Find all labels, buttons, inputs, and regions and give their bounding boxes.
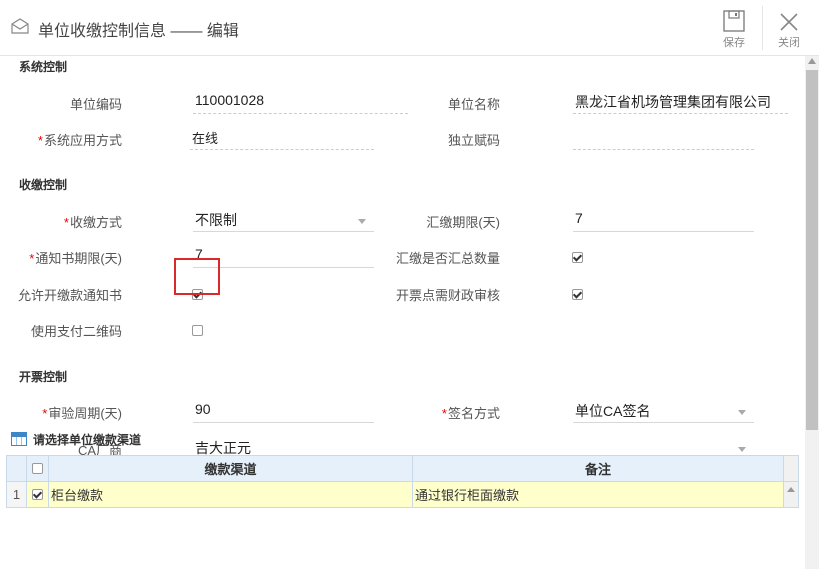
chevron-down-icon	[738, 447, 746, 452]
scroll-up-arrow-icon[interactable]	[808, 58, 816, 64]
channel-table: 缴款渠道 备注 1 柜台缴款 通过银行柜面缴款	[6, 455, 799, 508]
qrcode-label: 使用支付二维码	[30, 324, 122, 339]
required-mark: *	[42, 406, 48, 421]
section-collect: 收缴控制	[19, 178, 68, 192]
audit-cycle-input[interactable]: 90	[193, 399, 374, 423]
unit-name-field[interactable]: 黑龙江省机场管理集团有限公司	[573, 90, 788, 114]
sign-mode-select[interactable]: 单位CA签名	[573, 399, 754, 423]
required-mark: *	[37, 133, 43, 148]
grid-title: 请选择单位缴款渠道	[33, 433, 142, 447]
sign-mode-value: 单位CA签名	[575, 403, 651, 419]
select-all-cell	[26, 455, 49, 482]
scrollbar-thumb[interactable]	[806, 70, 818, 430]
notice-limit-input[interactable]: 7	[193, 244, 374, 268]
invoice-audit-label: 开票点需财政审核	[395, 288, 500, 303]
unit-name-label: 单位名称	[447, 97, 500, 112]
table-row[interactable]: 1 柜台缴款 通过银行柜面缴款	[6, 481, 799, 508]
row-number: 1	[6, 481, 27, 508]
sys-mode-label-text: 系统应用方式	[43, 133, 122, 148]
select-all-checkbox[interactable]	[32, 463, 43, 474]
highlight-box	[174, 258, 220, 295]
section-system: 系统控制	[19, 60, 68, 74]
save-label: 保存	[723, 37, 745, 49]
table-icon	[11, 432, 27, 446]
close-button[interactable]: 关闭	[765, 6, 813, 52]
sign-mode-label-text: 签名方式	[447, 406, 500, 421]
table-header-row: 缴款渠道 备注	[6, 455, 799, 482]
cell-note: 通过银行柜面缴款	[412, 481, 784, 508]
remit-limit-label: 汇缴期限(天)	[426, 215, 500, 230]
save-button[interactable]: 保存	[710, 6, 758, 52]
audit-cycle-label-text: 审验周期(天)	[48, 406, 122, 421]
row-check-cell	[26, 481, 49, 508]
vertical-scrollbar[interactable]	[805, 56, 819, 569]
table-scrollbar[interactable]	[783, 481, 799, 508]
close-icon	[780, 13, 798, 31]
envelope-icon	[11, 18, 29, 34]
notice-limit-label-text: 通知书期限(天)	[35, 251, 122, 266]
close-label: 关闭	[778, 37, 800, 49]
notice-limit-label: *通知书期限(天)	[2, 248, 122, 267]
row-number-header	[6, 455, 27, 482]
row-checkbox[interactable]	[32, 489, 43, 500]
dialog-title: 单位收缴控制信息 —— 编辑	[38, 23, 239, 40]
scroll-up-icon	[787, 487, 795, 492]
collect-mode-label: *收缴方式	[2, 212, 122, 231]
chevron-down-icon	[358, 219, 366, 224]
collect-mode-value: 不限制	[195, 212, 237, 228]
unit-code-label: 单位编码	[69, 97, 122, 112]
sign-mode-label: *签名方式	[380, 403, 500, 422]
dialog-titlebar: 单位收缴控制信息 —— 编辑 保存 关闭	[0, 0, 819, 56]
audit-cycle-label: *审验周期(天)	[2, 403, 122, 422]
collect-mode-select[interactable]: 不限制	[193, 208, 374, 232]
column-header-note[interactable]: 备注	[412, 455, 784, 482]
save-icon	[723, 10, 745, 32]
sys-mode-label: *系统应用方式	[2, 130, 122, 149]
unit-code-field[interactable]: 110001028	[193, 90, 408, 114]
ca-vendor-value: 吉大正元	[195, 440, 251, 456]
invoice-audit-checkbox[interactable]	[572, 289, 583, 300]
allow-notice-label: 允许开缴款通知书	[17, 288, 122, 303]
required-mark: *	[29, 251, 35, 266]
chevron-down-icon	[738, 410, 746, 415]
section-invoice: 开票控制	[19, 370, 68, 384]
collect-mode-label-text: 收缴方式	[69, 215, 122, 230]
required-mark: *	[441, 406, 447, 421]
remit-sum-checkbox[interactable]	[572, 252, 583, 263]
required-mark: *	[63, 215, 69, 230]
toolbar-divider	[762, 6, 763, 50]
column-header-channel[interactable]: 缴款渠道	[48, 455, 413, 482]
qrcode-checkbox[interactable]	[192, 325, 203, 336]
remit-sum-label: 汇缴是否汇总数量	[395, 251, 500, 266]
header-scroll-spacer	[783, 455, 799, 482]
standalone-field[interactable]	[573, 126, 754, 150]
cell-channel: 柜台缴款	[48, 481, 413, 508]
sys-mode-field[interactable]: 在线	[190, 126, 374, 150]
remit-limit-input[interactable]: 7	[573, 208, 754, 232]
standalone-label: 独立赋码	[447, 133, 500, 148]
